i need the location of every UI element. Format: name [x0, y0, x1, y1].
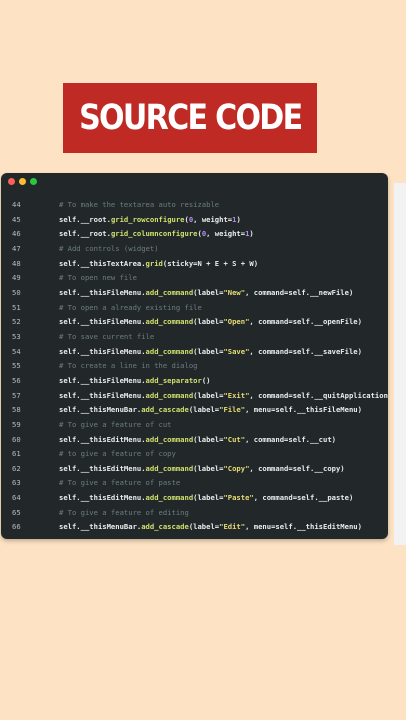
- line-number: 54: [12, 346, 21, 356]
- maximize-dot-icon[interactable]: [30, 178, 37, 185]
- code-editor-window: 44 # To make the textarea auto resizable 4…: [1, 173, 388, 539]
- code-statement: self.__thisEditMenu.add_command(label="C…: [59, 434, 336, 444]
- line-number: 60: [12, 434, 21, 444]
- code-comment: # To give a feature of editing: [59, 507, 189, 517]
- code-line: 51 # To open a already existing file: [1, 301, 388, 316]
- line-number: 52: [12, 317, 21, 327]
- line-number: 56: [12, 375, 21, 385]
- lower-background: [0, 547, 406, 720]
- code-statement: self.__thisMenuBar.add_cascade(label="Fi…: [59, 405, 362, 415]
- line-number: 49: [12, 273, 21, 283]
- code-line: 63 # To give a feature of paste: [1, 476, 388, 491]
- editor-side-strip: [394, 183, 406, 545]
- code-line: 47 # Add controls (widget): [1, 242, 388, 257]
- code-line: 66 self.__thisMenuBar.add_cascade(label="…: [1, 520, 388, 535]
- code-line: 58 self.__thisMenuBar.add_cascade(label="…: [1, 403, 388, 418]
- code-statement: self.__thisFileMenu.add_command(label="N…: [59, 287, 354, 297]
- line-number: 51: [12, 302, 21, 312]
- line-number: 46: [12, 229, 21, 239]
- code-statement: self.__thisEditMenu.add_command(label="C…: [59, 463, 345, 473]
- code-line: 48 self.__thisTextArea.grid(sticky=N + E …: [1, 257, 388, 272]
- close-dot-icon[interactable]: [8, 178, 15, 185]
- code-comment: # To open a already existing file: [59, 302, 202, 312]
- code-line: 54 self.__thisFileMenu.add_command(label=…: [1, 345, 388, 360]
- line-number: 58: [12, 405, 21, 415]
- code-statement: self.__thisMenuBar.add_cascade(label="Ed…: [59, 522, 362, 532]
- line-number: 62: [12, 463, 21, 473]
- code-line: 60 self.__thisEditMenu.add_command(label=…: [1, 433, 388, 448]
- code-statement: self.__thisFileMenu.add_command(label="O…: [59, 317, 362, 327]
- banner-title: SOURCE CODE: [78, 98, 303, 138]
- line-number: 59: [12, 419, 21, 429]
- minimize-dot-icon[interactable]: [19, 178, 26, 185]
- code-comment: # To give a feature of paste: [59, 478, 181, 488]
- code-line: 46 self.__root.grid_columnconfigure(0, we…: [1, 227, 388, 242]
- line-number: 48: [12, 258, 21, 268]
- code-statement: self.__thisEditMenu.add_command(label="P…: [59, 493, 354, 503]
- line-number: 47: [12, 243, 21, 253]
- code-line: 44 # To make the textarea auto resizable: [1, 198, 388, 213]
- line-number: 65: [12, 507, 21, 517]
- code-area[interactable]: 44 # To make the textarea auto resizable 4…: [1, 198, 388, 535]
- code-line: 55 # To create a line in the dialog: [1, 359, 388, 374]
- code-line: 45 self.__root.grid_rowconfigure(0, weigh…: [1, 213, 388, 228]
- code-line: 56 self.__thisFileMenu.add_separator(): [1, 374, 388, 389]
- line-number: 57: [12, 390, 21, 400]
- window-controls: [8, 178, 37, 185]
- code-line: 52 self.__thisFileMenu.add_command(label=…: [1, 315, 388, 330]
- code-comment: # To give a feature of cut: [59, 419, 172, 429]
- line-number: 44: [12, 200, 21, 209]
- code-statement: self.__thisTextArea.grid(sticky=N + E + …: [59, 258, 259, 268]
- code-line: 49 # To open new file: [1, 271, 388, 286]
- code-comment: # To open new file: [59, 273, 137, 283]
- code-line: 53 # To save current file: [1, 330, 388, 345]
- line-number: 63: [12, 478, 21, 488]
- line-number: 64: [12, 493, 21, 503]
- code-line: 62 self.__thisEditMenu.add_command(label=…: [1, 462, 388, 477]
- code-statement: self.__thisFileMenu.add_command(label="E…: [59, 390, 388, 400]
- code-comment: # To save current file: [59, 331, 155, 341]
- code-comment: # To create a line in the dialog: [59, 361, 198, 371]
- code-statement: self.__root.grid_columnconfigure(0, weig…: [59, 229, 254, 239]
- code-line: 64 self.__thisEditMenu.add_command(label=…: [1, 491, 388, 506]
- line-number: 45: [12, 214, 21, 224]
- code-line: 59 # To give a feature of cut: [1, 418, 388, 433]
- code-comment: # to give a feature of copy: [59, 449, 176, 459]
- line-number: 50: [12, 287, 21, 297]
- code-line: 57 self.__thisFileMenu.add_command(label=…: [1, 389, 388, 404]
- code-line: 61 # to give a feature of copy: [1, 447, 388, 462]
- code-statement: self.__root.grid_rowconfigure(0, weight=…: [59, 214, 241, 224]
- code-statement: self.__thisFileMenu.add_separator(): [59, 375, 211, 385]
- code-statement: self.__thisFileMenu.add_command(label="S…: [59, 346, 362, 356]
- code-comment: # Add controls (widget): [59, 243, 159, 253]
- title-banner: SOURCE CODE: [63, 83, 317, 153]
- line-number: 61: [12, 449, 21, 459]
- code-line: 65 # To give a feature of editing: [1, 506, 388, 521]
- code-comment: # To make the textarea auto resizable: [59, 200, 220, 209]
- code-line: 50 self.__thisFileMenu.add_command(label=…: [1, 286, 388, 301]
- line-number: 53: [12, 331, 21, 341]
- line-number: 66: [12, 522, 21, 532]
- line-number: 55: [12, 361, 21, 371]
